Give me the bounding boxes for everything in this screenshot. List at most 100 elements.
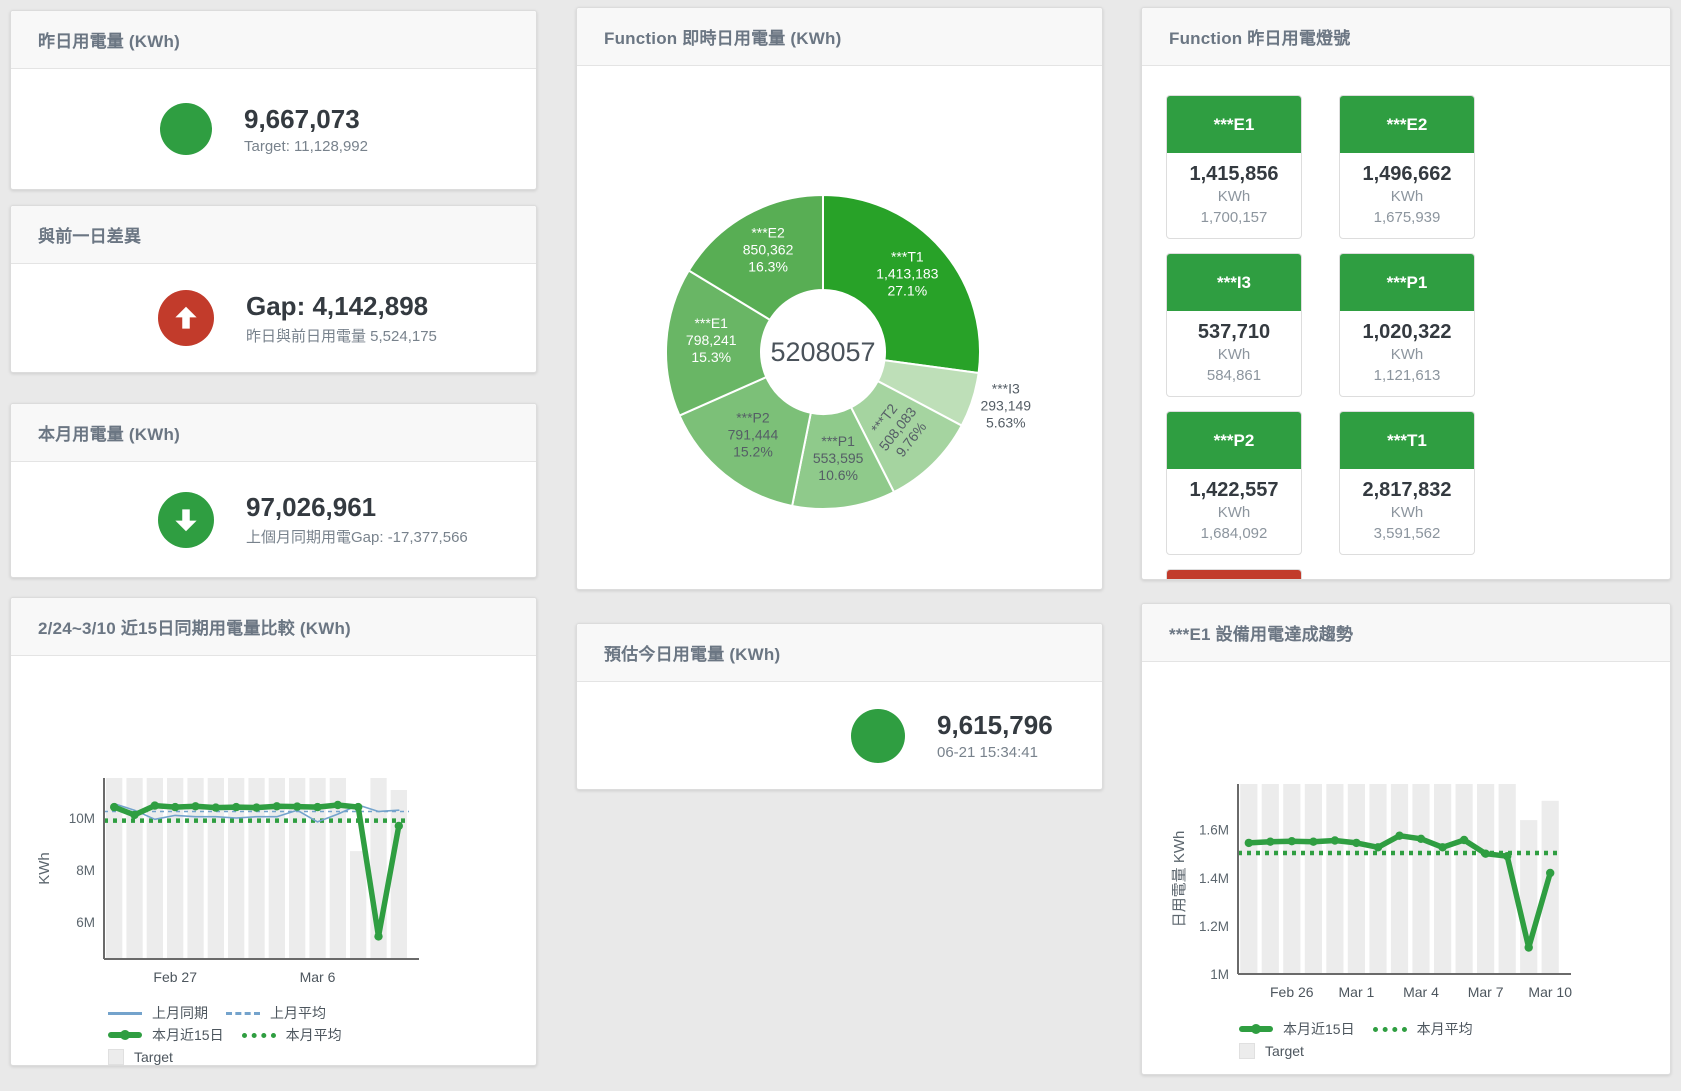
device-tile: ***T12,817,832KWh3,591,562 <box>1339 411 1475 555</box>
month-subtitle: 上個月同期用電Gap: -17,377,566 <box>246 526 468 547</box>
series-point <box>395 822 403 830</box>
legend-row: Target <box>1239 1040 1670 1062</box>
device-tile: ***P11,020,322KWh1,121,613 <box>1339 253 1475 397</box>
series-point <box>1503 852 1511 860</box>
series-point <box>1266 838 1274 846</box>
series-point <box>232 803 240 811</box>
yesterday-target: Target: 11,128,992 <box>244 138 368 155</box>
legend-dashed-marker-icon <box>226 1012 260 1015</box>
target-bar <box>1326 784 1343 974</box>
tile-unit: KWh <box>1342 186 1472 207</box>
series-point <box>1525 943 1533 951</box>
tile-unit: KWh <box>1169 344 1299 365</box>
tile-value: 1,422,557 <box>1169 478 1299 502</box>
legend-item[interactable]: 本月平均 <box>242 1025 342 1045</box>
series-point <box>1309 838 1317 846</box>
legend-item[interactable]: Target <box>108 1049 173 1065</box>
tile-device-name: ***E2 <box>1340 96 1474 153</box>
trend-line-chart: 1M1.2M1.4M1.6MFeb 26Mar 1Mar 4Mar 7Mar 1… <box>1142 662 1671 1007</box>
tile-device-name: ***P2 <box>1167 412 1301 469</box>
green-status-circle-icon <box>851 709 905 763</box>
legend-item[interactable]: 本月平均 <box>1373 1019 1473 1039</box>
month-value: 97,026,961 <box>246 492 468 522</box>
series-point <box>252 803 260 811</box>
legend-dots-marker-icon <box>1373 1027 1407 1032</box>
legend-row: Target <box>108 1046 536 1066</box>
tile-device-name: ***E1 <box>1167 96 1301 153</box>
y-tick-label: 1.2M <box>1199 919 1229 934</box>
card-title-text: 與前一日差異 <box>38 222 141 247</box>
legend-row: 本月近15日 本月平均 <box>108 1024 536 1046</box>
trend-legend: 本月近15日本月平均 Target <box>1142 1018 1670 1062</box>
tile-device-name: ***P1 <box>1340 254 1474 311</box>
tile-target-value: 584,861 <box>1169 365 1299 386</box>
series-point <box>1331 836 1339 844</box>
card-title-lights: Function 昨日用電燈號 <box>1142 8 1670 66</box>
tile-body: 1,020,322KWh1,121,613 <box>1340 311 1474 396</box>
tile-value: 537,710 <box>1169 320 1299 344</box>
legend-label: 上月同期 <box>152 1003 208 1023</box>
x-tick-label: Feb 27 <box>153 969 197 985</box>
legend-square-marker-icon <box>1239 1043 1255 1059</box>
legend-item[interactable]: 上月平均 <box>226 1003 326 1023</box>
y-tick-label: 1.4M <box>1199 871 1229 886</box>
series-point <box>1546 869 1554 877</box>
y-tick-label: 1.6M <box>1199 823 1229 838</box>
target-bar <box>1348 784 1365 974</box>
series-point <box>1395 832 1403 840</box>
series-point <box>1460 836 1468 844</box>
card-title-text: 本月用電量 (KWh) <box>38 420 180 445</box>
card-estimate: 預估今日用電量 (KWh) 9,615,796 06-21 15:34:41 <box>576 623 1103 790</box>
series-point <box>1374 843 1382 851</box>
tile-unit: KWh <box>1169 502 1299 523</box>
legend-label: Target <box>134 1049 173 1065</box>
device-tile: ***T2955,212KWh762,358 <box>1166 569 1302 580</box>
tile-device-name: ***T1 <box>1340 412 1474 469</box>
target-bar <box>1283 784 1300 974</box>
series-point <box>374 932 382 940</box>
tile-target-value: 1,684,092 <box>1169 523 1299 544</box>
target-bar <box>1262 784 1279 974</box>
card-title-month: 本月用電量 (KWh) <box>11 404 536 462</box>
tile-body: 1,496,662KWh1,675,939 <box>1340 153 1474 238</box>
legend-row: 上月同期上月平均 <box>108 1002 536 1024</box>
tile-body: 1,415,856KWh1,700,157 <box>1167 153 1301 238</box>
yesterday-value: 9,667,073 <box>244 104 368 134</box>
y-tick-label: 8M <box>76 863 95 878</box>
card-day-gap: 與前一日差異 Gap: 4,142,898 昨日與前日用電量 5,524,175 <box>10 205 537 373</box>
device-tile: ***E11,415,856KWh1,700,157 <box>1166 95 1302 239</box>
legend-item[interactable]: 上月同期 <box>108 1003 208 1023</box>
target-bar <box>1434 784 1451 974</box>
legend-thick-marker-icon <box>1239 1026 1273 1032</box>
device-tiles-grid: ***E11,415,856KWh1,700,157 ***E21,496,662… <box>1142 66 1670 580</box>
series-point <box>1438 843 1446 851</box>
y-tick-label: 1M <box>1210 967 1229 982</box>
tile-value: 1,415,856 <box>1169 162 1299 186</box>
series-point <box>273 802 281 810</box>
x-tick-label: Mar 7 <box>1468 984 1504 1000</box>
green-status-circle-icon <box>160 103 212 155</box>
card-title-text: 預估今日用電量 (KWh) <box>604 640 780 665</box>
card-trend-chart: ***E1 設備用電達成趨勢 1M1.2M1.4M1.6MFeb 26Mar 1… <box>1141 603 1671 1075</box>
dashboard: 昨日用電量 (KWh) 9,667,073 Target: 11,128,992… <box>0 0 1681 1091</box>
card-title-yesterday: 昨日用電量 (KWh) <box>11 11 536 69</box>
estimate-value: 9,615,796 <box>937 710 1053 740</box>
target-bar <box>1412 784 1429 974</box>
target-bar <box>1477 784 1494 974</box>
legend-dots-marker-icon <box>242 1033 276 1038</box>
legend-square-marker-icon <box>108 1049 124 1065</box>
x-tick-label: Mar 4 <box>1403 984 1439 1000</box>
device-tile: ***I3537,710KWh584,861 <box>1166 253 1302 397</box>
x-tick-label: Mar 1 <box>1339 984 1375 1000</box>
series-point <box>1288 837 1296 845</box>
donut-center-total: 5208057 <box>770 337 875 367</box>
legend-item[interactable]: 本月近15日 <box>1239 1019 1355 1039</box>
series-point <box>191 802 199 810</box>
tile-value: 1,020,322 <box>1342 320 1472 344</box>
y-tick-label: 6M <box>76 915 95 930</box>
legend-item[interactable]: 本月近15日 <box>108 1025 224 1045</box>
series-point <box>151 801 159 809</box>
legend-label: Target <box>1265 1043 1304 1059</box>
legend-item[interactable]: Target <box>1239 1043 1304 1059</box>
legend-label: 本月平均 <box>286 1025 342 1045</box>
